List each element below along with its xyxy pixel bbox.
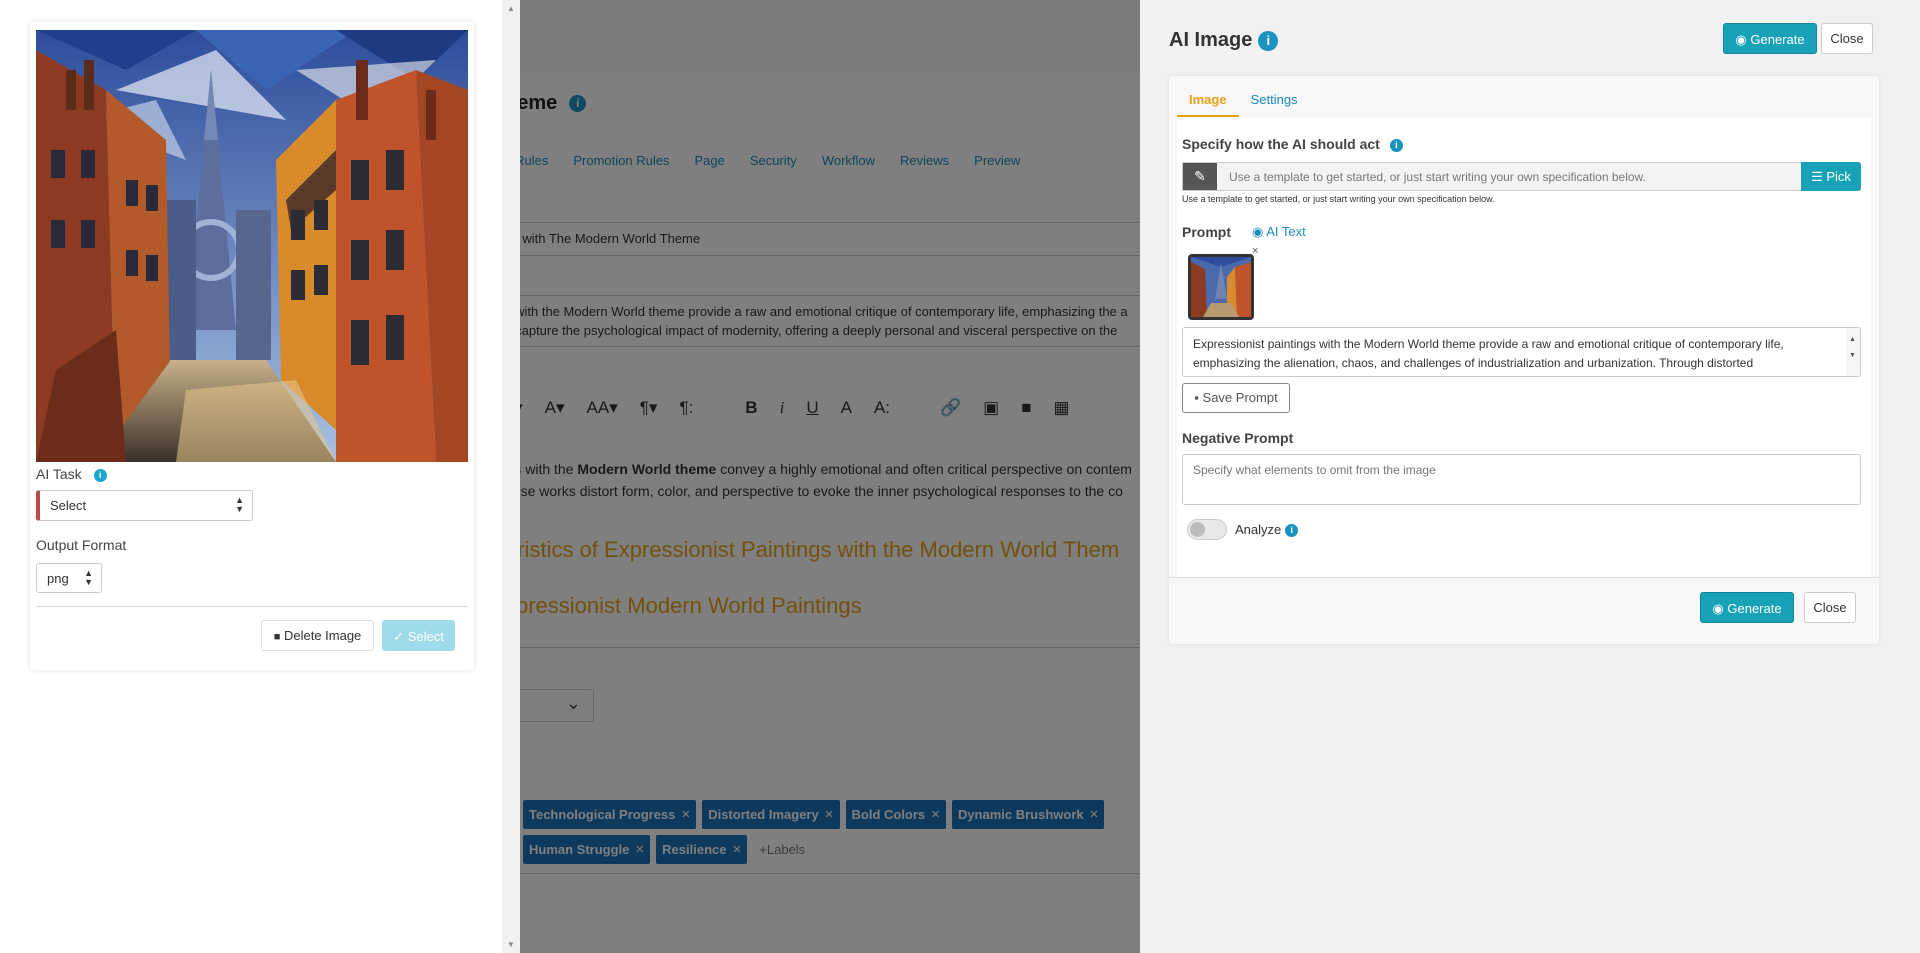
- select-arrows-icon: ▲ ▼: [84, 568, 93, 587]
- analyze-label: Analyze i: [1235, 522, 1299, 538]
- scroll-down-icon[interactable]: ▼: [507, 940, 515, 949]
- pick-template-button[interactable]: ☰ Pick: [1801, 162, 1861, 191]
- list-icon: ☰: [1811, 169, 1823, 184]
- delete-image-button[interactable]: ■ Delete Image: [261, 620, 374, 651]
- ai-text-link[interactable]: ◉ AI Text: [1252, 224, 1306, 240]
- output-format-select[interactable]: png ▲ ▼: [36, 563, 102, 593]
- remove-thumbnail-icon[interactable]: ×: [1252, 245, 1258, 257]
- divider: [36, 606, 468, 607]
- panel-tabs: Image Settings: [1177, 90, 1310, 117]
- template-placeholder: Use a template to get started, or just s…: [1229, 170, 1646, 184]
- save-prompt-button[interactable]: ▪ Save Prompt: [1182, 383, 1290, 413]
- info-icon[interactable]: i: [1258, 30, 1279, 51]
- close-button-top[interactable]: Close: [1821, 23, 1873, 54]
- negative-prompt-label: Negative Prompt: [1182, 430, 1294, 446]
- info-icon[interactable]: i: [1285, 524, 1299, 538]
- ai-image-panel: AI Image i ◉ Generate Close Image Setting…: [1140, 0, 1920, 953]
- info-icon[interactable]: i: [93, 468, 107, 482]
- select-arrows-icon: ▲ ▼: [235, 495, 244, 514]
- thumbs-up-icon: ✓: [393, 629, 405, 644]
- textarea-scrollbar[interactable]: [1846, 328, 1860, 376]
- prompt-label: Prompt: [1182, 224, 1231, 240]
- generate-button-bottom[interactable]: ◉ Generate: [1700, 592, 1794, 623]
- save-icon: ▪: [1194, 390, 1199, 405]
- prompt-textarea[interactable]: Expressionist paintings with the Modern …: [1182, 327, 1861, 377]
- pencil-icon[interactable]: ✎: [1183, 163, 1217, 190]
- negative-prompt-textarea[interactable]: Specify what elements to omit from the i…: [1182, 454, 1861, 505]
- info-icon[interactable]: i: [1389, 138, 1403, 152]
- divider: [1169, 577, 1879, 578]
- close-button-bottom[interactable]: Close: [1804, 592, 1856, 623]
- prompt-image-thumbnail[interactable]: [1188, 254, 1254, 320]
- template-input[interactable]: ✎ Use a template to get started, or just…: [1182, 162, 1859, 191]
- generate-button-top[interactable]: ◉ Generate: [1723, 23, 1817, 54]
- tab-settings[interactable]: Settings: [1239, 90, 1310, 117]
- specify-label: Specify how the AI should act i: [1182, 136, 1403, 152]
- ai-task-label: AI Task i: [36, 466, 107, 482]
- scroll-up-icon[interactable]: ▲: [507, 4, 515, 13]
- image-detail-panel: AI Task i Select ▲ ▼ Output Format png ▲ ▼ ■ …: [0, 0, 520, 953]
- output-format-label: Output Format: [36, 537, 127, 553]
- robot-icon: ◉: [1252, 224, 1264, 239]
- trash-icon: ■: [273, 631, 281, 643]
- analyze-toggle[interactable]: [1187, 519, 1227, 540]
- robot-icon: ◉: [1735, 32, 1747, 47]
- generated-image: [36, 30, 468, 462]
- template-help-text: Use a template to get started, or just s…: [1182, 194, 1495, 204]
- scrollbar[interactable]: ▲ ▼: [502, 0, 520, 953]
- select-button[interactable]: ✓ Select: [382, 620, 455, 651]
- robot-icon: ◉: [1712, 601, 1724, 616]
- panel-title: AI Image i: [1169, 29, 1279, 52]
- ai-task-select[interactable]: Select ▲ ▼: [36, 490, 253, 521]
- tab-image[interactable]: Image: [1177, 90, 1239, 117]
